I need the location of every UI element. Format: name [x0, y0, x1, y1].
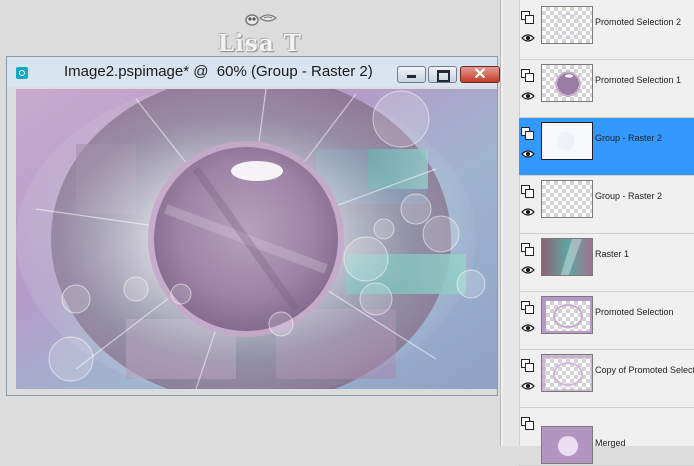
layer-group-icon[interactable]: [521, 185, 534, 198]
layer-thumbnail[interactable]: [541, 238, 593, 276]
layer-name[interactable]: Group - Raster 2: [595, 191, 694, 201]
layer-row[interactable]: Promoted Selection 2: [519, 2, 694, 60]
window-titlebar[interactable]: Image2.pspimage* @ 60% (Group - Raster 2…: [7, 57, 500, 87]
frog-logo-icon: [245, 14, 278, 26]
layer-name[interactable]: Promoted Selection: [595, 307, 694, 317]
layer-row[interactable]: Group - Raster 2: [519, 176, 694, 234]
layer-thumbnail[interactable]: [541, 6, 593, 44]
layer-group-icon[interactable]: [521, 11, 534, 24]
layer-name[interactable]: Raster 1: [595, 249, 694, 259]
watermark: Lisa T: [212, 8, 304, 58]
eye-icon[interactable]: [521, 207, 535, 217]
layers-palette[interactable]: Promoted Selection 2 Promoted Selection …: [500, 0, 694, 466]
layer-name[interactable]: Promoted Selection 2: [595, 17, 694, 27]
layer-row[interactable]: Promoted Selection: [519, 292, 694, 350]
layer-row[interactable]: Merged: [519, 408, 694, 466]
layer-thumbnail[interactable]: [541, 122, 593, 160]
layer-group-icon[interactable]: [521, 301, 534, 314]
eye-icon[interactable]: [521, 149, 535, 159]
eye-icon[interactable]: [521, 381, 535, 391]
layer-name[interactable]: Promoted Selection 1: [595, 75, 694, 85]
close-button[interactable]: ✕: [460, 66, 500, 83]
layer-name[interactable]: Merged: [595, 438, 694, 448]
layer-thumbnail[interactable]: [541, 354, 593, 392]
close-icon: ✕: [473, 66, 487, 83]
maximize-button[interactable]: [428, 66, 457, 83]
layer-thumbnail[interactable]: [541, 426, 593, 464]
eye-icon[interactable]: [521, 91, 535, 101]
app-icon: [16, 67, 28, 79]
window-title: Image2.pspimage* @ 60% (Group - Raster 2…: [64, 63, 373, 80]
layer-thumbnail[interactable]: [541, 64, 593, 102]
watermark-text: Lisa T: [218, 30, 302, 57]
layer-name[interactable]: Group - Raster 2: [595, 133, 694, 143]
eye-icon[interactable]: [521, 33, 535, 43]
layer-group-icon[interactable]: [521, 417, 534, 430]
palette-edge: [503, 0, 520, 446]
layer-group-icon[interactable]: [521, 243, 534, 256]
layer-name[interactable]: Copy of Promoted Selection: [595, 365, 694, 375]
image-window[interactable]: Image2.pspimage* @ 60% (Group - Raster 2…: [6, 56, 500, 396]
layer-row-selected[interactable]: Group - Raster 2: [519, 118, 694, 176]
layer-group-icon[interactable]: [521, 127, 534, 140]
layer-row[interactable]: Copy of Promoted Selection: [519, 350, 694, 408]
image-canvas[interactable]: [16, 89, 497, 389]
layer-thumbnail[interactable]: [541, 296, 593, 334]
eye-icon[interactable]: [521, 265, 535, 275]
eye-icon[interactable]: [521, 323, 535, 333]
layer-row[interactable]: Raster 1: [519, 234, 694, 292]
layer-thumbnail[interactable]: [541, 180, 593, 218]
layer-group-icon[interactable]: [521, 69, 534, 82]
layer-row[interactable]: Promoted Selection 1: [519, 60, 694, 118]
minimize-button[interactable]: [397, 66, 426, 83]
layer-group-icon[interactable]: [521, 359, 534, 372]
